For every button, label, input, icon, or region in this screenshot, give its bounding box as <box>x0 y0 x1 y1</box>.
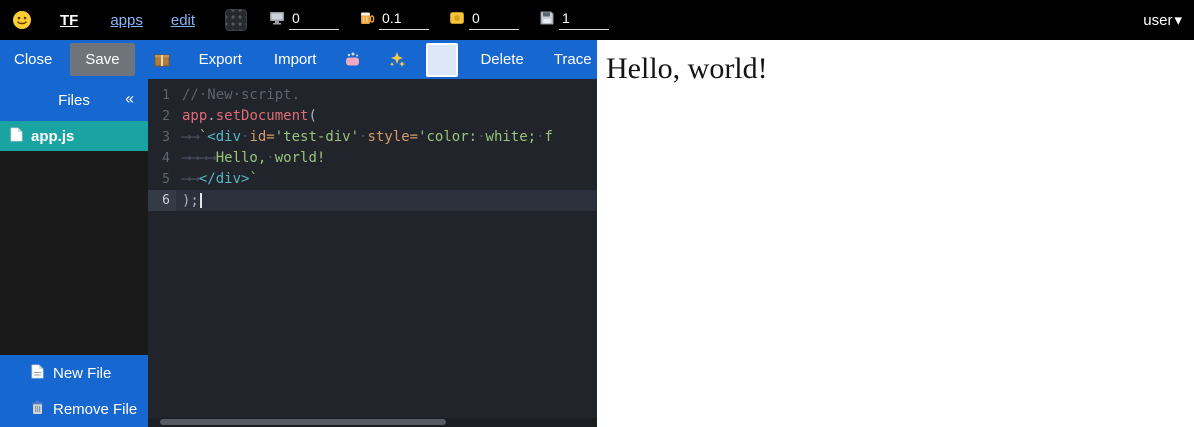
code-line[interactable]: ⟶⟶`<div·id='test-div'·style='color:·whit… <box>176 127 597 148</box>
preview-pane: Hello, world! <box>597 40 1194 427</box>
sparkles-icon[interactable] <box>388 51 406 69</box>
stat-beer: 0.1 <box>359 10 429 31</box>
stat-money-field[interactable]: 0 <box>469 10 519 30</box>
import-button[interactable]: Import <box>270 43 321 76</box>
package-icon[interactable] <box>153 51 171 69</box>
file-list-area <box>0 151 148 355</box>
gutter-line-number: 1 <box>148 85 176 106</box>
close-button[interactable]: Close <box>10 43 56 76</box>
gutter-line-number: 5 <box>148 169 176 190</box>
new-file-label: New File <box>53 365 111 382</box>
save-button[interactable]: Save <box>70 43 134 76</box>
preview-heading: Hello, world! <box>597 40 1194 86</box>
code-line[interactable]: //·New·script. <box>176 85 597 106</box>
app-grid-icon[interactable] <box>225 9 247 31</box>
empty-slot-button[interactable] <box>426 43 458 77</box>
gutter-line-number: 3 <box>148 127 176 148</box>
stat-monitor-field[interactable]: 0 <box>289 10 339 30</box>
files-header-label: Files <box>58 92 90 109</box>
smiley-face-icon[interactable] <box>12 10 32 30</box>
collapse-sidebar-button[interactable]: « <box>125 90 134 108</box>
remove-file-label: Remove File <box>53 401 137 418</box>
brand-link[interactable]: TF <box>60 12 78 29</box>
stat-money: 0 <box>449 10 519 31</box>
gutter-line-number: 2 <box>148 106 176 127</box>
gutter: 123456 <box>148 85 176 418</box>
money-icon <box>449 10 465 31</box>
files-header: Files « <box>0 79 148 121</box>
stat-beer-field[interactable]: 0.1 <box>379 10 429 30</box>
text-cursor <box>200 193 202 208</box>
workspace: Close Save Export Import <box>0 40 597 427</box>
stat-monitor: 0 <box>269 10 339 31</box>
floppy-disk-icon <box>539 10 555 31</box>
code-line[interactable]: ); <box>176 190 597 211</box>
trash-icon <box>31 400 44 419</box>
nav-link-apps[interactable]: apps <box>110 12 143 29</box>
editor-toolbar: Close Save Export Import <box>0 40 597 79</box>
new-file-button[interactable]: New File <box>0 355 148 391</box>
code-editor[interactable]: 123456 //·New·script.app.setDocument(⟶⟶`… <box>148 79 597 427</box>
document-icon <box>10 127 23 146</box>
trace-button[interactable]: Trace <box>550 43 596 76</box>
stat-saves: 1 <box>539 10 609 31</box>
resource-stats: 0 0.1 0 <box>269 10 609 31</box>
editor-horizontal-scrollbar[interactable] <box>148 418 597 427</box>
nav-link-edit[interactable]: edit <box>171 12 195 29</box>
gutter-line-number: 4 <box>148 148 176 169</box>
beer-icon <box>359 10 375 31</box>
export-button[interactable]: Export <box>195 43 246 76</box>
top-bar: TF apps edit 0 <box>0 0 1194 40</box>
gutter-line-number: 6 <box>148 190 176 211</box>
delete-button[interactable]: Delete <box>476 43 527 76</box>
code-lines[interactable]: //·New·script.app.setDocument(⟶⟶`<div·id… <box>176 85 597 418</box>
file-sidebar: Files « app.js <box>0 79 148 427</box>
remove-file-button[interactable]: Remove File <box>0 391 148 427</box>
user-menu-label: user <box>1143 12 1172 29</box>
sidebar-actions: New File <box>0 355 148 427</box>
scrollbar-thumb[interactable] <box>160 419 446 425</box>
editor-scroll-area[interactable]: 123456 //·New·script.app.setDocument(⟶⟶`… <box>148 79 597 418</box>
user-menu[interactable]: user▾ <box>1143 11 1182 29</box>
new-file-icon <box>31 364 44 383</box>
soap-icon[interactable] <box>344 51 362 69</box>
monitor-icon <box>269 10 285 31</box>
stat-saves-field[interactable]: 1 <box>559 10 609 30</box>
code-line[interactable]: ⟶⟶⟶⟶Hello,·world! <box>176 148 597 169</box>
code-line[interactable]: app.setDocument( <box>176 106 597 127</box>
file-item-app-js[interactable]: app.js <box>0 121 148 151</box>
chevron-down-icon: ▾ <box>1174 11 1182 29</box>
file-name-label: app.js <box>31 128 74 145</box>
code-line[interactable]: ⟶⟶</div>` <box>176 169 597 190</box>
main-area: Close Save Export Import <box>0 40 1194 427</box>
